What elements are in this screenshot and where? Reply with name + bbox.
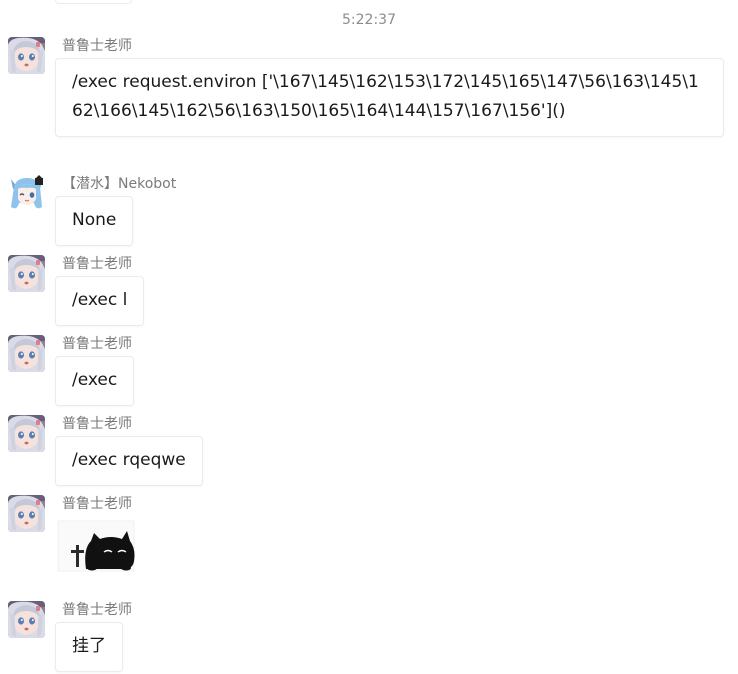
message-bubble[interactable]: /exec l [55,276,145,326]
anime-girl-silver-hair-avatar[interactable] [8,495,45,532]
anime-girl-silver-hair-avatar[interactable] [8,335,45,372]
anime-girl-silver-hair-avatar[interactable] [8,255,45,292]
anime-girl-silver-hair-avatar[interactable] [8,415,45,452]
sender-name[interactable]: 普鲁士老师 [62,37,132,55]
message-bubble[interactable]: /exec rqeqwe [55,436,203,486]
anime-girl-silver-hair-avatar[interactable] [8,37,45,74]
sender-name[interactable]: 【潜水】Nekobot [62,175,176,193]
sender-name[interactable]: 普鲁士老师 [62,415,132,433]
message-timestamp: 5:22:37 [342,12,396,28]
message-bubble[interactable]: /exec request.environ ['\167\145\162\153… [55,58,724,137]
sender-name[interactable]: 普鲁士老师 [62,255,132,273]
message-bubble[interactable]: None [55,196,134,246]
sender-name[interactable]: 普鲁士老师 [62,495,132,513]
previous-message-bubble-edge [55,0,132,4]
sender-name[interactable]: 普鲁士老师 [62,335,132,353]
message-bubble[interactable]: 挂了 [55,622,123,672]
chat-window: 5:22:37 普鲁士老师 /exec request.environ ['\1… [0,0,738,674]
sender-name[interactable]: 普鲁士老师 [62,601,132,619]
anime-girl-silver-hair-avatar[interactable] [8,601,45,638]
anime-girl-blue-hair-cat-ears-avatar[interactable] [8,175,45,212]
black-cat-with-grave-cross-sticker[interactable] [56,519,136,573]
message-bubble[interactable]: /exec [55,356,135,406]
